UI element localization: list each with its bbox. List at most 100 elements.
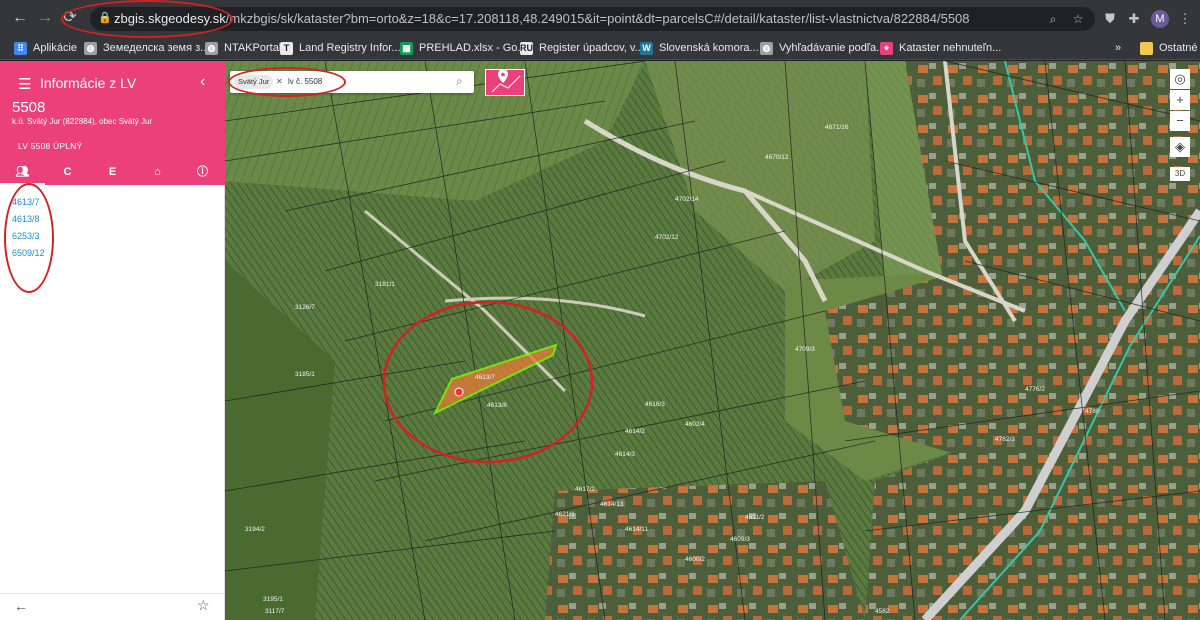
back-arrow-icon[interactable]: ← xyxy=(14,598,28,614)
parcel-number-label: 3195/1 xyxy=(263,596,283,603)
parcel-number-label: 4613/8 xyxy=(487,402,507,409)
globe-icon: ◍ xyxy=(760,41,773,55)
panel-title: Informácie z LV xyxy=(40,75,137,91)
bookmark-label: Kataster nehnuteľn... xyxy=(899,42,1002,54)
parcel-number-label: 4614/11 xyxy=(625,526,648,533)
parcel-number-label: 4613/7 xyxy=(475,374,495,381)
forward-arrow-icon[interactable]: → xyxy=(35,8,55,28)
tab-owners[interactable]: 👥︎ xyxy=(0,161,45,185)
globe-icon: ◍ xyxy=(84,41,97,55)
locate-icon[interactable]: ◎ xyxy=(1170,69,1190,89)
address-bar[interactable]: 🔒 zbgis.skgeodesy.sk/mkzbgis/sk/kataster… xyxy=(90,7,1095,31)
menu-icon[interactable]: ☰ xyxy=(18,75,31,93)
lv-subtitle: k.ú. Svätý Jur (822884), obec Svätý Jur xyxy=(12,117,153,126)
zoom-out-button[interactable]: − xyxy=(1170,111,1190,131)
parcel-number-label: 4614/13 xyxy=(600,501,624,508)
annotation-ellipse-url xyxy=(61,0,233,38)
folder-icon xyxy=(1140,41,1153,55)
more-vert-icon[interactable]: ⋮ xyxy=(1176,10,1194,28)
cadastral-map[interactable]: 4613/7 4613/8 4614/2 4614/3 4616/3 4602/4 4702… xyxy=(225,61,1200,620)
parcel-number-label: 3126/7 xyxy=(295,304,315,311)
info-icon: ⓘ xyxy=(197,166,208,178)
parcel-pin-button[interactable] xyxy=(485,69,525,96)
map-pin-icon xyxy=(491,70,521,93)
bookmark-item[interactable]: ⠿ Aplikácie xyxy=(14,39,77,57)
parcel-number-label: 4609/3 xyxy=(730,536,750,543)
bookmark-item[interactable]: T Land Registry Infor... xyxy=(280,39,401,57)
layers-icon[interactable]: ◈ xyxy=(1170,137,1190,157)
panel-tabs: 👥︎ C E ⌂ ⓘ xyxy=(0,161,225,185)
annotation-ellipse-search xyxy=(228,67,346,97)
panel-header: ☰ Informácie z LV ‹ 5508 k.ú. Svätý Jur … xyxy=(0,61,225,185)
parcel-number-label: 4616/3 xyxy=(645,401,665,408)
chevron-left-icon[interactable]: ‹ xyxy=(200,73,205,91)
bookmark-item[interactable]: ◍ NTAKPortal xyxy=(205,39,281,57)
bookmark-item[interactable]: ◍ Земеделска земя з... xyxy=(84,39,209,57)
parcel-number-label: 4670/12 xyxy=(765,154,789,161)
tab-c-parcels[interactable]: C xyxy=(45,161,90,185)
home-icon: ⌂ xyxy=(154,166,161,178)
parcel-number-label: 4582 xyxy=(875,608,890,615)
bookmarks-bar: ⠿ Aplikácie ◍ Земеделска земя з... ◍ NTAKPort… xyxy=(0,36,1200,60)
parcel-number-label: 4702/12 xyxy=(655,234,679,241)
other-bookmarks-label: Ostatné xyxy=(1159,42,1198,54)
wordpress-icon: W xyxy=(640,41,653,55)
tab-e-label: E xyxy=(108,166,117,178)
tab-info[interactable]: ⓘ xyxy=(180,161,225,185)
parcel-number-label: 3117/7 xyxy=(265,608,285,615)
parcel-number-label: 3185/1 xyxy=(295,371,315,378)
extension-shield-icon[interactable]: ⛊ xyxy=(1101,10,1119,28)
parcel-number-label: 4671/16 xyxy=(825,124,849,131)
parcel-number-label: 4709/3 xyxy=(795,346,815,353)
tab-e-parcels[interactable]: E xyxy=(90,161,135,185)
parcel-number-label: 4600/2 xyxy=(685,556,705,563)
bookmark-item[interactable]: ▦ PREHLAD.xlsx - Go... xyxy=(400,39,527,57)
tab-buildings[interactable]: ⌂ xyxy=(135,161,180,185)
favorite-star-icon[interactable]: ☆ xyxy=(197,597,210,614)
parcel-number-label: 4776/2 xyxy=(1025,386,1045,393)
lv-full-button[interactable]: LV 5508 ÚPLNÝ xyxy=(18,135,108,157)
parcel-number-label: 4614/2 xyxy=(625,428,645,435)
search-icon[interactable]: ⌕ xyxy=(456,74,463,89)
tab-c-label: C xyxy=(63,166,72,178)
parcel-number-label: 4602/4 xyxy=(685,421,705,428)
sheets-icon: ▦ xyxy=(400,41,413,55)
ru-logo-icon: RU xyxy=(520,41,533,55)
zoom-icon[interactable]: ⌕ xyxy=(1045,11,1061,27)
profile-avatar[interactable]: M xyxy=(1151,10,1169,28)
people-icon: 👥︎ xyxy=(15,166,30,178)
parcel-number-label: 4782/3 xyxy=(995,436,1015,443)
url-text[interactable]: zbgis.skgeodesy.sk/mkzbgis/sk/kataster?b… xyxy=(114,11,970,26)
url-path: /mkzbgis/sk/kataster?bm=orto&z=18&c=17.2… xyxy=(225,11,970,26)
view-3d-button[interactable]: 3D xyxy=(1170,167,1190,181)
map-pin-icon: ⌖ xyxy=(880,41,893,55)
bookmark-item[interactable]: ◍ Vyhľadávanie podľa... xyxy=(760,39,885,57)
bookmark-star-icon[interactable]: ☆ xyxy=(1070,11,1086,27)
bookmark-label: Slovenská komora... xyxy=(659,42,759,54)
bookmark-label: NTAKPortal xyxy=(224,42,282,54)
bookmark-label: Register úpadcov, v... xyxy=(539,42,644,54)
parcel-number-label: 4780 xyxy=(1085,408,1100,415)
bookmark-label: Vyhľadávanie podľa... xyxy=(779,42,886,54)
bookmark-item[interactable]: W Slovenská komora... xyxy=(640,39,759,57)
parcel-number-label: 4621/1 xyxy=(555,511,575,518)
parcel-number-label: 4611/2 xyxy=(745,514,765,521)
panel-footer: ← ☆ xyxy=(0,593,225,620)
t-logo-icon: T xyxy=(280,41,293,55)
apps-grid-icon: ⠿ xyxy=(14,41,27,55)
back-arrow-icon[interactable]: ← xyxy=(10,8,30,28)
annotation-ellipse-parcels xyxy=(4,183,54,293)
extensions-puzzle-icon[interactable]: ✚ xyxy=(1125,10,1143,28)
other-bookmarks-folder[interactable]: Ostatné xyxy=(1140,39,1198,57)
bookmark-item[interactable]: RU Register úpadcov, v... xyxy=(520,39,644,57)
more-bookmarks-button[interactable]: » xyxy=(1115,39,1121,57)
parcel-number-label: 4614/3 xyxy=(615,451,635,458)
bookmark-label: PREHLAD.xlsx - Go... xyxy=(419,42,527,54)
zoom-in-button[interactable]: + xyxy=(1170,90,1190,110)
bookmark-item[interactable]: ⌖ Kataster nehnuteľn... xyxy=(880,39,1001,57)
bookmark-label: Aplikácie xyxy=(33,42,78,54)
globe-icon: ◍ xyxy=(205,41,218,55)
parcel-number-label: 4617/2 xyxy=(575,486,595,493)
parcel-number-label: 3181/1 xyxy=(375,281,395,288)
lv-info-panel: ☰ Informácie z LV ‹ 5508 k.ú. Svätý Jur … xyxy=(0,61,225,620)
